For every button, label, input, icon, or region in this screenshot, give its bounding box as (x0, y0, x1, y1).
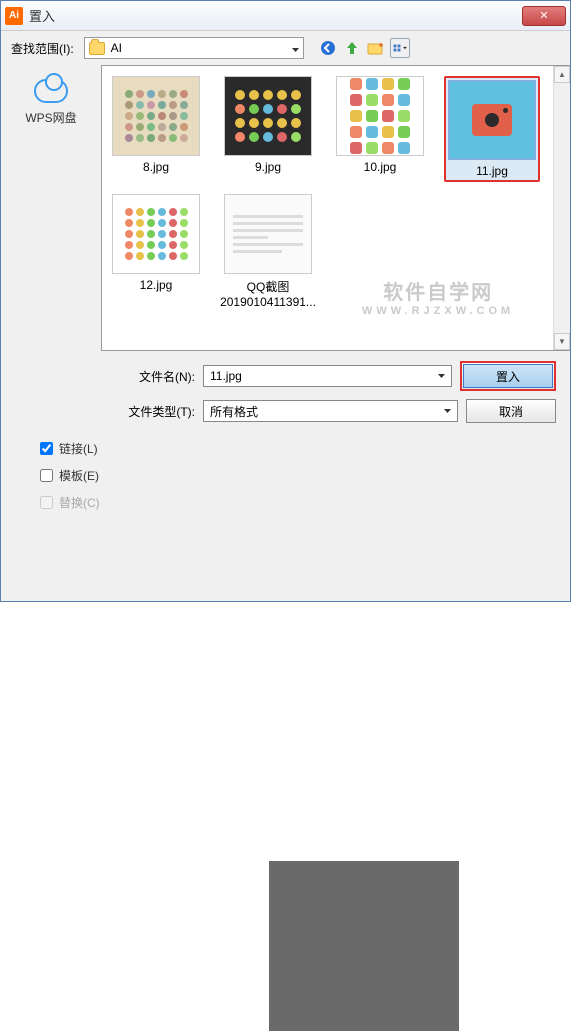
cancel-button[interactable]: 取消 (466, 399, 556, 423)
scroll-up-icon[interactable]: ▲ (554, 66, 570, 83)
close-button[interactable]: ✕ (522, 6, 566, 26)
thumbnail (336, 76, 424, 156)
file-name: 11.jpg (476, 164, 508, 178)
thumbnail (112, 76, 200, 156)
preview-pane (269, 861, 459, 1031)
replace-checkbox: 替换(C) (40, 494, 100, 511)
file-name: 9.jpg (255, 160, 281, 174)
file-name: 8.jpg (143, 160, 169, 174)
file-item[interactable]: QQ截图201901041139​1... (220, 194, 316, 309)
file-item[interactable]: 10.jpg (332, 76, 428, 182)
nav-viewmode-button[interactable] (390, 38, 410, 58)
cloud-icon (34, 79, 68, 103)
titlebar: Ai 置入 ✕ (1, 1, 570, 31)
filetype-dropdown[interactable]: 所有格式 (203, 400, 458, 422)
place-dialog: Ai 置入 ✕ 查找范围(I): AI (0, 0, 571, 602)
thumbnail (224, 194, 312, 274)
file-name: 12.jpg (140, 278, 173, 292)
place-button[interactable]: 置入 (460, 361, 556, 391)
scrollbar[interactable]: ▲ ▼ (553, 66, 570, 350)
toolbar: 查找范围(I): AI (1, 31, 570, 65)
nav-icons (318, 38, 410, 58)
folder-icon (89, 42, 105, 55)
main: 8.jpg 9.jpg 10.jpg (101, 65, 570, 601)
bottom-area (101, 441, 570, 601)
filename-label: 文件名(N): (115, 368, 195, 385)
location-text: AI (111, 41, 122, 55)
filetype-label: 文件类型(T): (115, 403, 195, 420)
form: 文件名(N): 11.jpg 置入 文件类型(T): 所有格式 (101, 351, 570, 441)
file-item[interactable]: 9.jpg (220, 76, 316, 182)
camera-icon (472, 104, 512, 136)
template-checkbox[interactable]: 模板(E) (40, 467, 100, 484)
chevron-down-icon (438, 374, 445, 378)
file-list[interactable]: 8.jpg 9.jpg 10.jpg (101, 65, 570, 351)
chevron-down-icon (444, 409, 451, 413)
nav-up-button[interactable] (342, 38, 362, 58)
thumbnail (224, 76, 312, 156)
thumbnail (112, 194, 200, 274)
chevron-down-icon (292, 41, 299, 55)
thumbnail (448, 80, 536, 160)
scroll-down-icon[interactable]: ▼ (554, 333, 570, 350)
nav-newfolder-button[interactable] (366, 38, 386, 58)
wps-cloud-item[interactable]: WPS网盘 (25, 109, 76, 126)
file-item[interactable]: 8.jpg (108, 76, 204, 182)
location-dropdown[interactable]: AI (84, 37, 304, 59)
options: 链接(L) 模板(E) 替换(C) (20, 430, 120, 531)
nav-back-button[interactable] (318, 38, 338, 58)
lookin-label: 查找范围(I): (11, 40, 74, 57)
app-icon: Ai (5, 7, 23, 25)
link-checkbox[interactable]: 链接(L) (40, 440, 100, 457)
file-item[interactable]: 12.jpg (108, 194, 204, 309)
file-item-selected[interactable]: 11.jpg (444, 76, 540, 182)
filename-input[interactable]: 11.jpg (203, 365, 452, 387)
window-title: 置入 (29, 6, 522, 25)
file-name: QQ截图201901041139​1... (220, 278, 316, 309)
file-name: 10.jpg (364, 160, 397, 174)
